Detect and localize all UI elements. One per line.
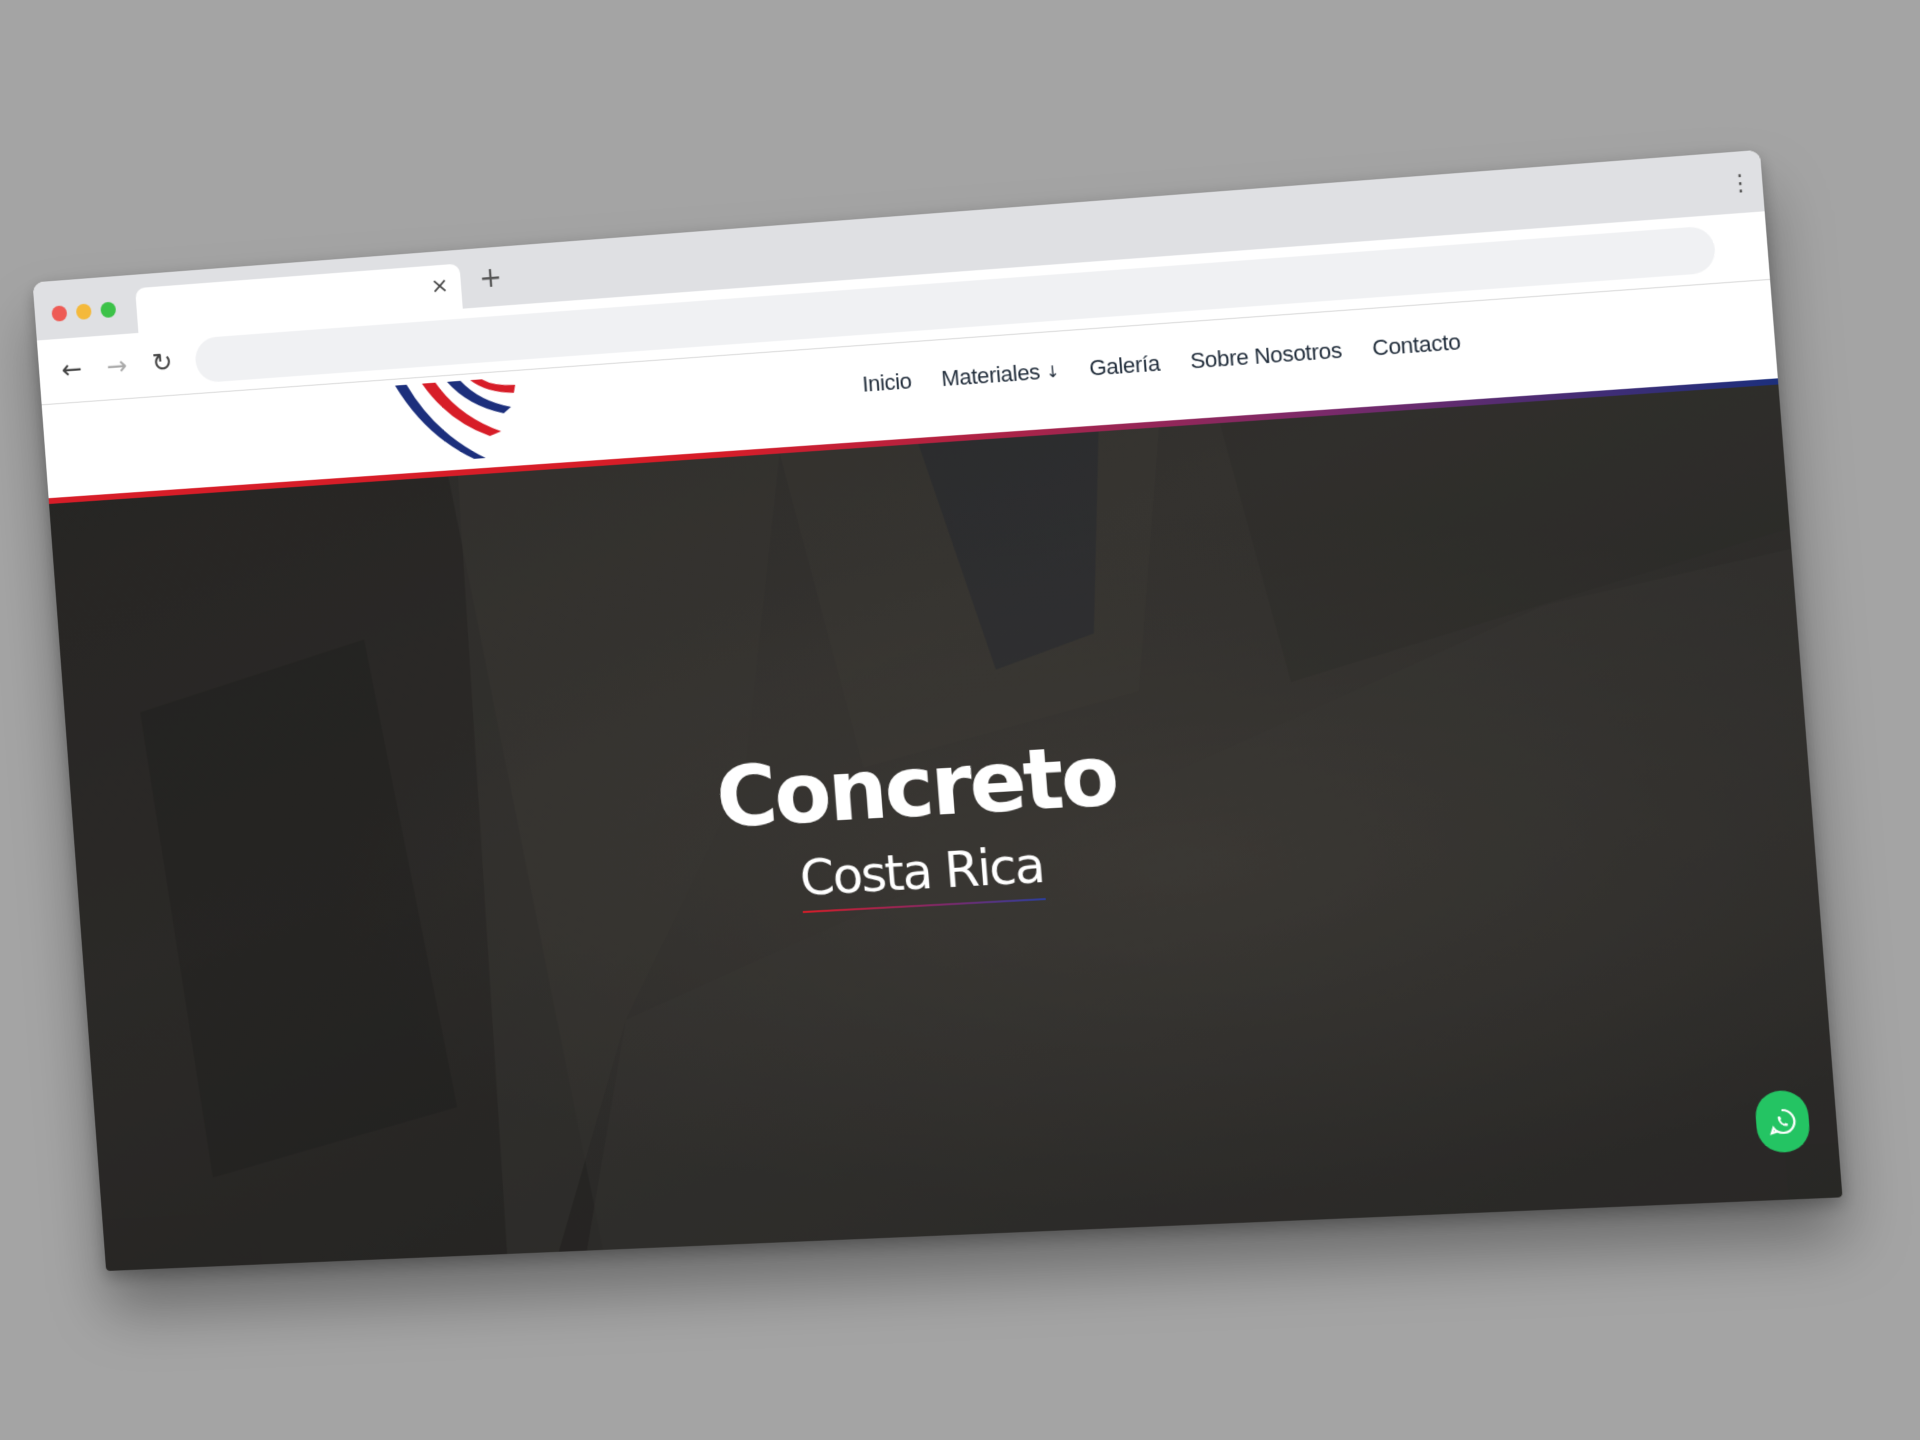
nav-link-galeria[interactable]: Galería: [1088, 351, 1161, 382]
site-logo[interactable]: [393, 373, 525, 468]
hero-subtitle: Costa Rica: [797, 835, 1046, 908]
whatsapp-icon: [1767, 1106, 1799, 1136]
window-controls: [51, 301, 117, 322]
nav-label: Sobre Nosotros: [1189, 337, 1343, 374]
browser-window: × + ⋮ ← → ↻ Inicio Materiales ↓ Galería …: [32, 149, 1843, 1272]
maximize-window-button[interactable]: [100, 301, 117, 319]
nav-link-sobre-nosotros[interactable]: Sobre Nosotros: [1189, 338, 1342, 375]
tab-close-icon[interactable]: ×: [427, 273, 452, 299]
reload-icon[interactable]: ↻: [145, 346, 180, 381]
nav-link-materiales[interactable]: Materiales ↓: [940, 358, 1060, 392]
nav-label: Inicio: [861, 368, 913, 397]
nav-label: Materiales: [940, 359, 1041, 392]
nav-link-inicio[interactable]: Inicio: [861, 368, 912, 397]
hero-subtitle-wrap: Costa Rica: [797, 835, 1046, 914]
nav-label: Contacto: [1371, 328, 1462, 361]
nav-label: Galería: [1088, 350, 1161, 381]
forward-arrow-icon[interactable]: →: [100, 349, 134, 384]
browser-menu-icon[interactable]: ⋮: [1728, 170, 1753, 200]
arrow-down-icon: ↓: [1045, 361, 1060, 382]
nav-link-contacto[interactable]: Contacto: [1371, 329, 1461, 362]
minimize-window-button[interactable]: [75, 303, 92, 321]
back-arrow-icon[interactable]: ←: [55, 352, 89, 387]
screen: × + ⋮ ← → ↻ Inicio Materiales ↓ Galería …: [0, 0, 1920, 1440]
hero-section: Concreto Costa Rica: [49, 384, 1843, 1272]
new-tab-icon[interactable]: +: [475, 260, 506, 294]
close-window-button[interactable]: [51, 305, 68, 322]
web-page: Inicio Materiales ↓ Galería Sobre Nosotr…: [41, 279, 1843, 1272]
main-nav: Inicio Materiales ↓ Galería Sobre Nosotr…: [861, 329, 1461, 398]
